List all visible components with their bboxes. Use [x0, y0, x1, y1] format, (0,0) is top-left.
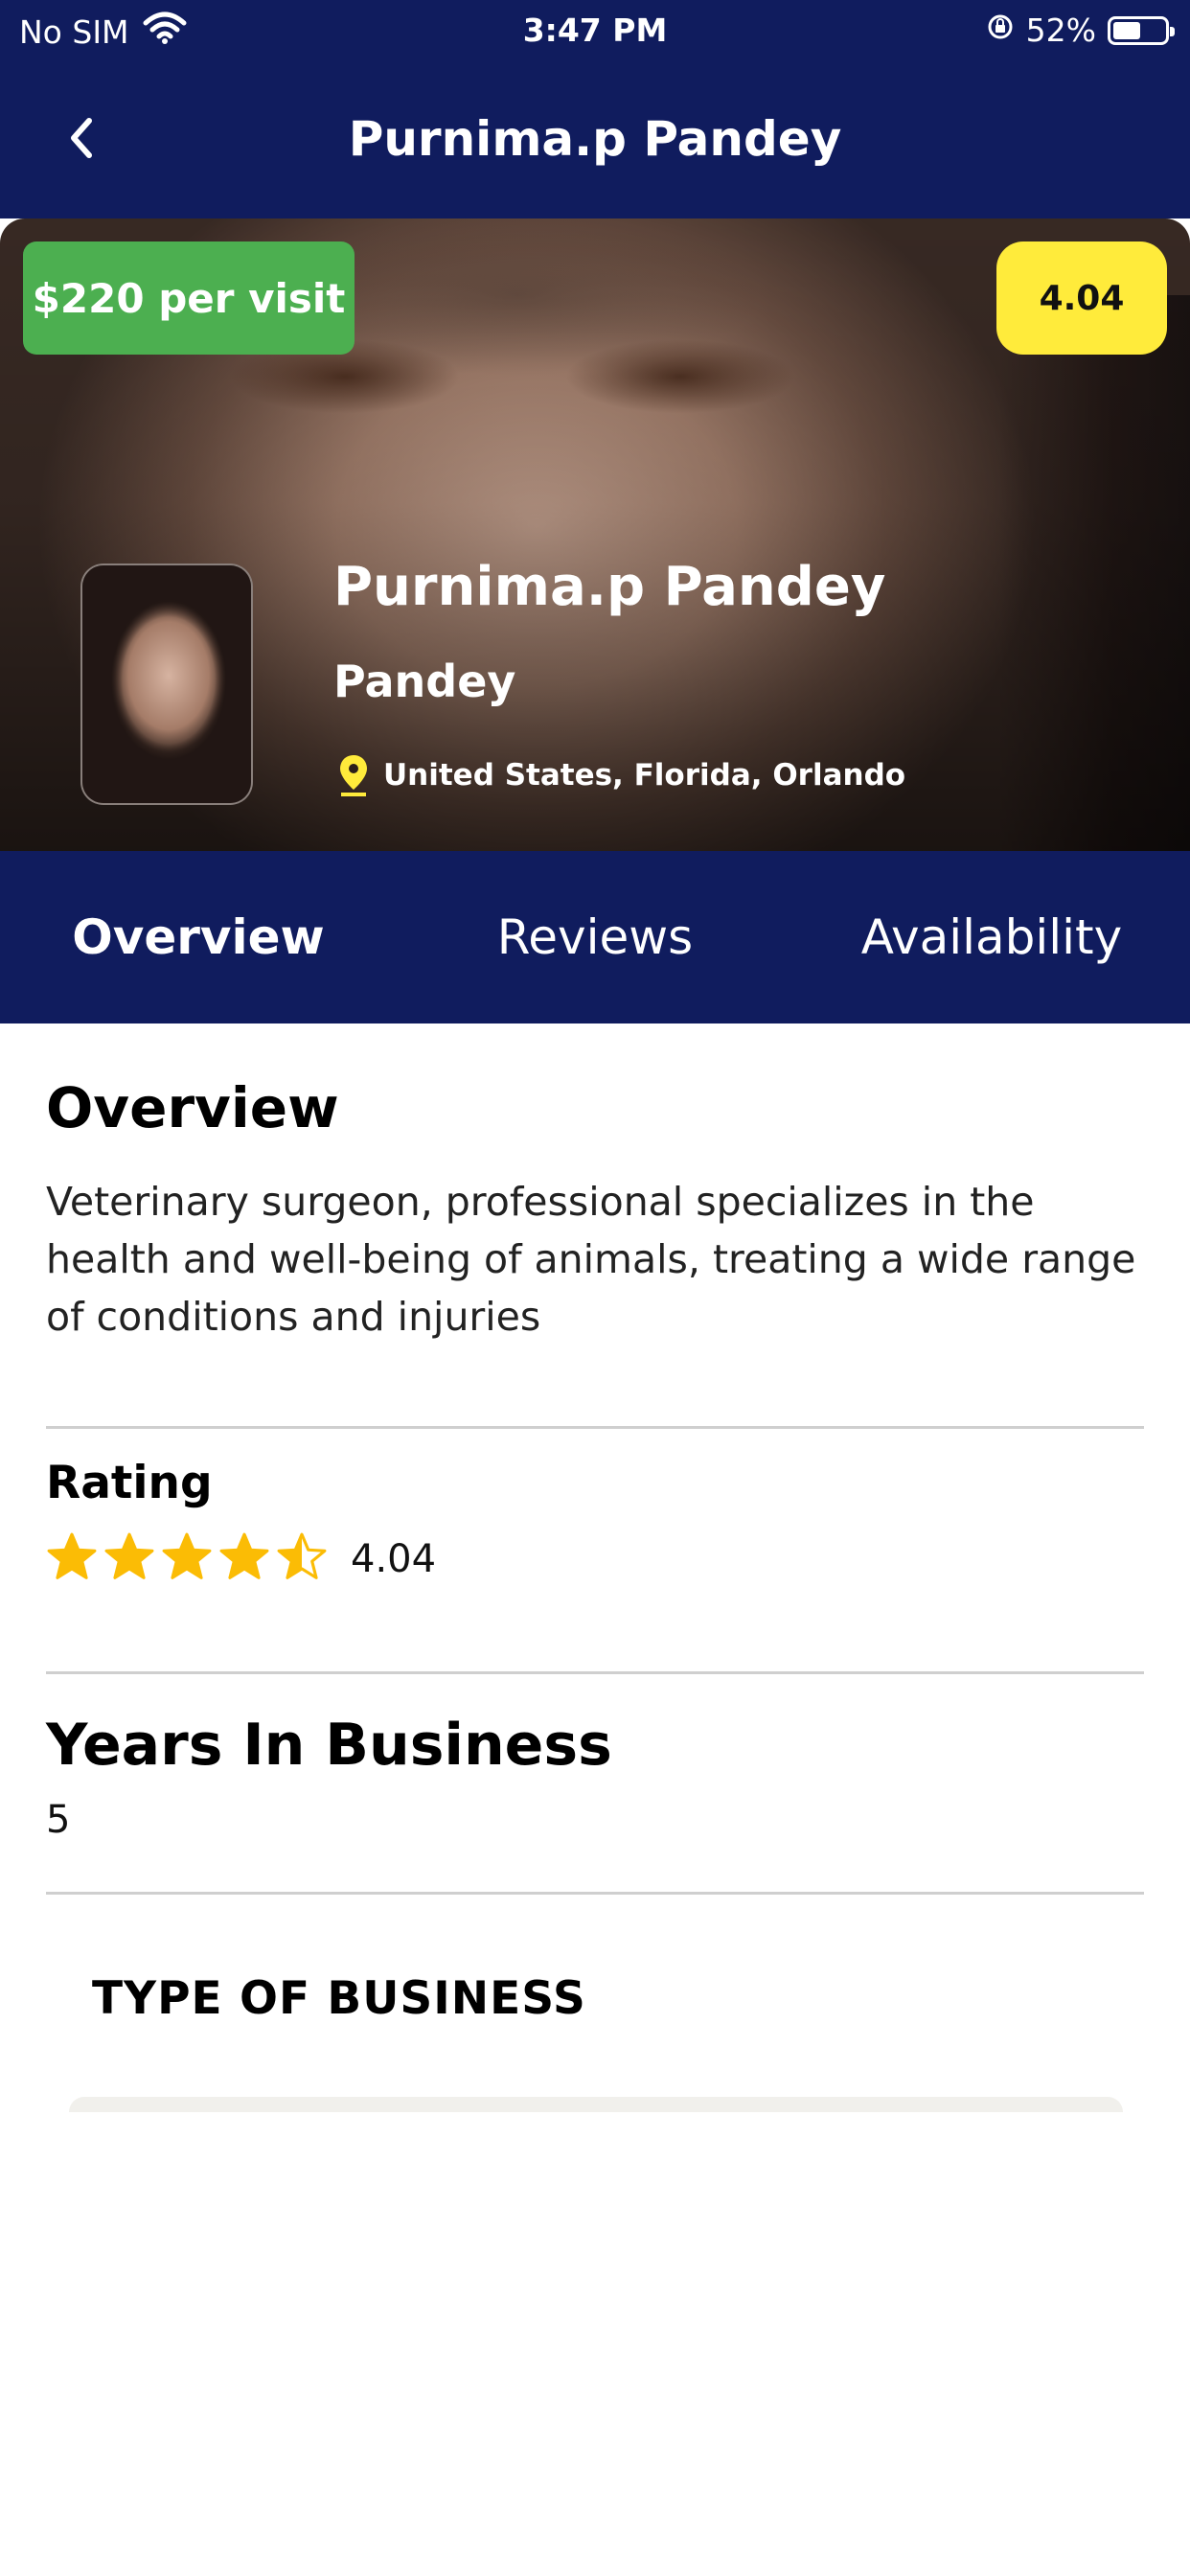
star-full-icon	[104, 1532, 154, 1579]
profile-subtitle: Pandey	[333, 656, 516, 707]
tab-availability[interactable]: Availability	[793, 909, 1190, 965]
star-full-icon	[219, 1532, 269, 1579]
tab-bar: Overview Reviews Availability	[0, 851, 1190, 1024]
status-right: 52%	[986, 12, 1175, 49]
rating-heading: Rating	[46, 1457, 213, 1509]
divider	[46, 1892, 1144, 1895]
profile-name: Purnima.p Pandey	[333, 556, 886, 618]
app-header: No SIM 3:47 PM 52% Purnima.p Pandey	[0, 0, 1190, 218]
star-rating	[46, 1531, 328, 1581]
profile-hero: $220 per visit 4.04 Purnima.p Pandey Pan…	[0, 218, 1190, 851]
map-pin-icon	[340, 755, 367, 796]
avatar[interactable]	[80, 564, 253, 805]
divider	[46, 1426, 1144, 1429]
tab-reviews[interactable]: Reviews	[397, 909, 793, 965]
overview-description: Veterinary surgeon, professional special…	[46, 1179, 1136, 1340]
rating-badge: 4.04	[996, 242, 1167, 355]
profile-location: United States, Florida, Orlando	[337, 753, 905, 797]
battery-percent: 52%	[1025, 12, 1096, 49]
price-badge: $220 per visit	[23, 242, 355, 355]
overview-heading: Overview	[46, 1075, 339, 1140]
tab-overview[interactable]: Overview	[0, 909, 397, 965]
star-full-icon	[162, 1532, 212, 1579]
years-value: 5	[46, 1798, 71, 1842]
type-of-business-heading: TYPE OF BUSINESS	[92, 1972, 586, 2025]
nav-bar: Purnima.p Pandey	[0, 96, 1190, 182]
status-bar: No SIM 3:47 PM 52%	[0, 0, 1190, 61]
star-half-icon	[277, 1532, 327, 1579]
star-full-icon	[47, 1532, 97, 1579]
business-type-card	[69, 2097, 1123, 2112]
orientation-lock-icon	[986, 12, 1015, 49]
divider	[46, 1671, 1144, 1674]
rating-value: 4.04	[351, 1537, 437, 1581]
years-heading: Years In Business	[46, 1712, 612, 1779]
battery-icon	[1108, 15, 1175, 45]
location-text: United States, Florida, Orlando	[383, 758, 906, 793]
page-title: Purnima.p Pandey	[348, 111, 842, 167]
